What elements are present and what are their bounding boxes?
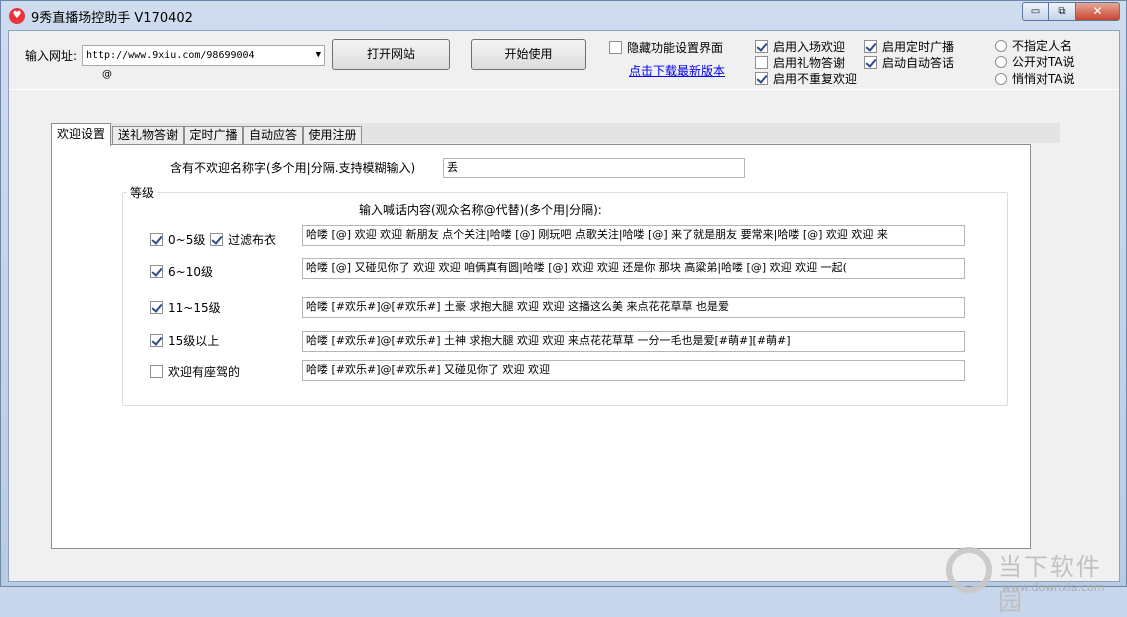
- checkbox-label: 过滤布衣: [228, 233, 277, 247]
- checkbox-label: 15级以上: [168, 334, 220, 348]
- tab-gift-thanks[interactable]: 送礼物答谢: [112, 126, 184, 145]
- exclude-names-input[interactable]: 丢: [443, 158, 745, 178]
- radio-label: 悄悄对TA说: [1012, 72, 1075, 86]
- radio-label: 公开对TA说: [1012, 55, 1075, 69]
- level-11-15-checkbox[interactable]: 11~15级: [150, 299, 221, 316]
- checkbox-box[interactable]: [150, 365, 163, 378]
- chevron-down-icon[interactable]: ▼: [316, 46, 321, 65]
- checkbox-label: 启用入场欢迎: [773, 40, 846, 54]
- watermark: 当下软件园 www.downxia.com: [946, 539, 1121, 616]
- watermark-logo-icon: [946, 547, 992, 593]
- hide-settings-label: 隐藏功能设置界面: [627, 41, 724, 55]
- url-value: http://www.9xiu.com/98699004: [86, 50, 255, 61]
- level-group-title: 等级: [127, 184, 158, 201]
- radio-dot[interactable]: [995, 55, 1007, 68]
- download-latest-link[interactable]: 点击下载最新版本: [629, 62, 725, 79]
- window-title: 9秀直播场控助手 V170402: [31, 11, 193, 26]
- tab-welcome-settings[interactable]: 欢迎设置: [51, 123, 111, 146]
- toolbar-separator: [9, 89, 1119, 90]
- checkbox-label: 11~15级: [168, 301, 221, 315]
- enable-gift-thanks-checkbox[interactable]: 启用礼物答谢: [755, 54, 845, 71]
- open-site-button[interactable]: 打开网站: [332, 39, 450, 70]
- checkbox-box[interactable]: [755, 40, 768, 53]
- enable-auto-reply-checkbox[interactable]: 启动自动答话: [864, 54, 954, 71]
- checkbox-label: 6~10级: [168, 265, 213, 279]
- level-11-15-shout-input[interactable]: 哈喽 [#欢乐#]@[#欢乐#] 土豪 求抱大腿 欢迎 欢迎 这播这么美 来点花…: [302, 297, 965, 318]
- tab-auto-reply[interactable]: 自动应答: [243, 126, 303, 145]
- checkbox-box[interactable]: [864, 56, 877, 69]
- checkbox-box[interactable]: [150, 301, 163, 314]
- app-logo-icon: ♥: [9, 8, 25, 24]
- level-6-10-checkbox[interactable]: 6~10级: [150, 263, 213, 280]
- radio-dot[interactable]: [995, 39, 1007, 52]
- vehicle-welcome-checkbox[interactable]: 欢迎有座驾的: [150, 363, 240, 380]
- radio-public-say[interactable]: 公开对TA说: [995, 53, 1075, 70]
- minimize-icon[interactable]: ▭: [1022, 2, 1049, 21]
- title-bar: ♥ 9秀直播场控助手 V170402 ▭ ⧉ ✕: [1, 1, 1126, 29]
- checkbox-box[interactable]: [609, 41, 622, 54]
- checkbox-label: 0~5级: [168, 233, 206, 247]
- watermark-url: www.downxia.com: [1002, 581, 1105, 594]
- checkbox-label: 启用礼物答谢: [773, 56, 846, 70]
- checkbox-label: 启用不重复欢迎: [773, 72, 858, 86]
- restore-icon[interactable]: ⧉: [1049, 2, 1076, 21]
- url-label: 输入网址:: [25, 49, 78, 63]
- checkbox-box[interactable]: [150, 334, 163, 347]
- tab-timed-broadcast[interactable]: 定时广播: [184, 126, 243, 145]
- app-window: ♥ 9秀直播场控助手 V170402 ▭ ⧉ ✕ 输入网址: http://ww…: [0, 0, 1127, 616]
- hide-settings-checkbox[interactable]: 隐藏功能设置界面: [609, 39, 723, 56]
- at-symbol: @: [102, 69, 112, 80]
- url-combobox[interactable]: http://www.9xiu.com/98699004 ▼: [82, 45, 325, 66]
- radio-label: 不指定人名: [1012, 39, 1073, 53]
- level-0-5-shout-input[interactable]: 哈喽 [@] 欢迎 欢迎 新朋友 点个关注|哈喽 [@] 刚玩吧 点歌关注|哈喽…: [302, 225, 965, 246]
- enable-entry-welcome-checkbox[interactable]: 启用入场欢迎: [755, 38, 845, 55]
- level-15-plus-shout-input[interactable]: 哈喽 [#欢乐#]@[#欢乐#] 土神 求抱大腿 欢迎 欢迎 来点花花草草 一分…: [302, 331, 965, 352]
- close-icon[interactable]: ✕: [1076, 2, 1120, 21]
- enable-no-repeat-welcome-checkbox[interactable]: 启用不重复欢迎: [755, 70, 857, 87]
- checkbox-label: 欢迎有座驾的: [168, 365, 241, 379]
- checkbox-box[interactable]: [755, 72, 768, 85]
- start-button[interactable]: 开始使用: [471, 39, 586, 70]
- checkbox-box[interactable]: [150, 265, 163, 278]
- level-0-5-checkbox[interactable]: 0~5级: [150, 231, 205, 248]
- checkbox-label: 启动自动答话: [882, 56, 955, 70]
- shout-content-label: 输入喊话内容(观众名称@代替)(多个用|分隔):: [359, 203, 602, 217]
- window-controls: ▭ ⧉ ✕: [1022, 2, 1120, 21]
- exclude-names-label: 含有不欢迎名称字(多个用|分隔.支持模糊输入): [170, 161, 416, 175]
- radio-dot[interactable]: [995, 72, 1007, 85]
- level-15-plus-checkbox[interactable]: 15级以上: [150, 332, 219, 349]
- welcome-settings-panel: 含有不欢迎名称字(多个用|分隔.支持模糊输入) 丢 等级 输入喊话内容(观众名称…: [51, 144, 1031, 549]
- vehicle-welcome-shout-input[interactable]: 哈喽 [#欢乐#]@[#欢乐#] 又碰见你了 欢迎 欢迎: [302, 360, 965, 381]
- enable-timed-broadcast-checkbox[interactable]: 启用定时广播: [864, 38, 954, 55]
- checkbox-box[interactable]: [150, 233, 163, 246]
- checkbox-box[interactable]: [210, 233, 223, 246]
- tab-registration[interactable]: 使用注册: [303, 126, 362, 145]
- checkbox-label: 启用定时广播: [882, 40, 955, 54]
- checkbox-box[interactable]: [864, 40, 877, 53]
- checkbox-box[interactable]: [755, 56, 768, 69]
- radio-whisper-say[interactable]: 悄悄对TA说: [995, 70, 1075, 87]
- level-6-10-shout-input[interactable]: 哈喽 [@] 又碰见你了 欢迎 欢迎 咱俩真有圆|哈喽 [@] 欢迎 欢迎 还是…: [302, 258, 965, 279]
- client-area: 输入网址: http://www.9xiu.com/98699004 ▼ @ 打…: [8, 30, 1120, 616]
- filter-clothes-checkbox[interactable]: 过滤布衣: [210, 231, 276, 248]
- radio-no-name[interactable]: 不指定人名: [995, 37, 1072, 54]
